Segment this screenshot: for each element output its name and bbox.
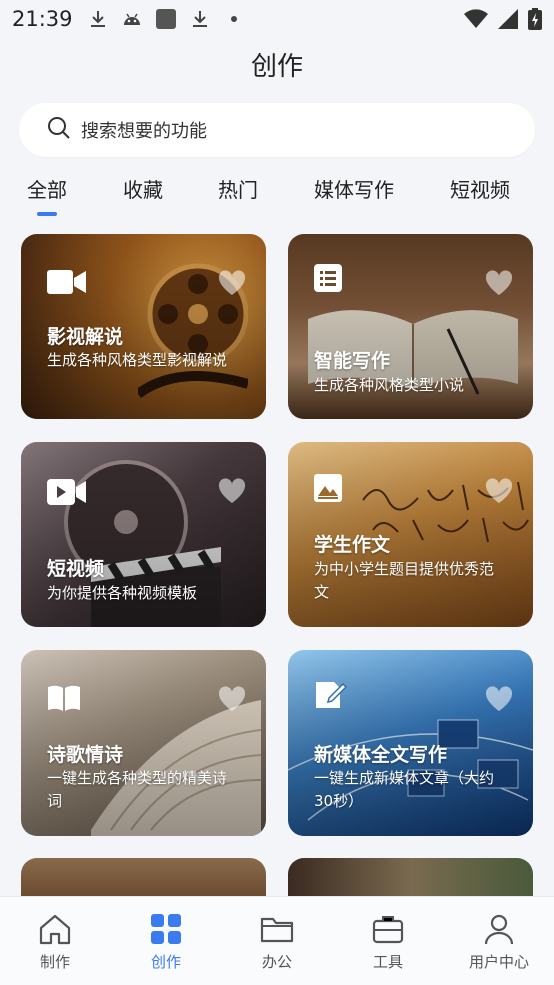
tab-favorites[interactable]: 收藏 — [123, 174, 163, 203]
card-short-video[interactable]: 短视频 为你提供各种视频模板 — [21, 442, 266, 627]
search-input[interactable]: 搜索想要的功能 — [19, 103, 535, 157]
signal-icon — [498, 9, 518, 34]
folder-icon — [260, 917, 294, 943]
feature-grid: 影视解说 生成各种风格类型影视解说 智能写作 生成各种风格类型小说 短视频 为你… — [0, 220, 554, 896]
card-film-commentary[interactable]: 影视解说 生成各种风格类型影视解说 — [21, 234, 266, 419]
nav-tools[interactable]: 工具 — [348, 911, 428, 972]
card-title: 新媒体全文写作 — [314, 744, 448, 766]
nav-create[interactable]: 创作 — [126, 911, 206, 972]
video-icon — [47, 479, 86, 505]
card-description: 生成各种风格类型小说 — [314, 376, 465, 394]
search-icon — [47, 116, 71, 144]
card-partial[interactable] — [21, 858, 266, 896]
card-description: 一键生成各种类型的精美诗词 — [47, 769, 228, 810]
card-new-media-writing[interactable]: 新媒体全文写作 一键生成新媒体文章（大约30秒） — [288, 650, 533, 836]
briefcase-icon — [372, 916, 404, 944]
card-description: 一键生成新媒体文章（大约30秒） — [314, 769, 495, 810]
card-partial[interactable] — [288, 858, 533, 896]
card-student-essay[interactable]: 学生作文 为中小学生题目提供优秀范文 — [288, 442, 533, 627]
search-placeholder: 搜索想要的功能 — [81, 121, 207, 142]
edit-icon — [316, 682, 348, 708]
tab-all[interactable]: 全部 — [27, 174, 67, 203]
nav-label: 用户中心 — [468, 953, 529, 971]
video-camera-icon — [47, 270, 86, 294]
android-icon — [121, 8, 143, 30]
app-icon — [155, 8, 177, 30]
category-tabs: 全部 收藏 热门 媒体写作 短视频 — [0, 168, 554, 218]
nav-label: 办公 — [261, 953, 292, 971]
home-icon — [39, 914, 71, 945]
tab-indicator — [37, 212, 57, 216]
status-bar: 21:39 — [0, 0, 554, 38]
nav-label: 工具 — [372, 953, 403, 971]
card-description: 为你提供各种视频模板 — [47, 584, 198, 602]
download-icon — [87, 8, 109, 30]
favorite-heart-icon[interactable] — [485, 478, 513, 504]
card-title: 影视解说 — [47, 326, 124, 348]
card-description: 为中小学生题目提供优秀范文 — [314, 560, 495, 601]
image-icon — [314, 474, 342, 502]
list-icon — [314, 264, 342, 292]
card-title: 诗歌情诗 — [47, 744, 124, 766]
user-icon — [484, 914, 514, 945]
tab-hot[interactable]: 热门 — [218, 174, 258, 203]
wifi-icon — [464, 9, 488, 34]
nav-label: 制作 — [39, 953, 70, 971]
nav-user-center[interactable]: 用户中心 — [459, 911, 539, 972]
card-poetry[interactable]: 诗歌情诗 一键生成各种类型的精美诗词 — [21, 650, 266, 836]
card-description: 生成各种风格类型影视解说 — [47, 351, 228, 369]
bottom-nav: 制作 创作 办公 工具 用户中心 — [0, 896, 554, 985]
status-time: 21:39 — [12, 7, 73, 31]
nav-label: 创作 — [150, 953, 181, 971]
favorite-heart-icon[interactable] — [485, 270, 513, 296]
favorite-heart-icon[interactable] — [218, 478, 246, 504]
book-icon — [48, 685, 80, 711]
nav-office[interactable]: 办公 — [237, 911, 317, 972]
favorite-heart-icon[interactable] — [218, 686, 246, 712]
dot-icon — [223, 8, 245, 30]
card-smart-writing[interactable]: 智能写作 生成各种风格类型小说 — [288, 234, 533, 419]
page-title: 创作 — [250, 52, 303, 82]
tab-short-video[interactable]: 短视频 — [450, 174, 510, 203]
battery-charging-icon — [528, 8, 542, 35]
favorite-heart-icon[interactable] — [485, 686, 513, 712]
download-icon — [189, 8, 211, 30]
tab-media-writing[interactable]: 媒体写作 — [314, 174, 394, 203]
card-title: 智能写作 — [314, 350, 391, 372]
grid-icon — [151, 914, 181, 944]
favorite-heart-icon[interactable] — [218, 270, 246, 296]
nav-make[interactable]: 制作 — [15, 911, 95, 972]
card-title: 学生作文 — [314, 534, 391, 556]
card-title: 短视频 — [47, 558, 105, 580]
